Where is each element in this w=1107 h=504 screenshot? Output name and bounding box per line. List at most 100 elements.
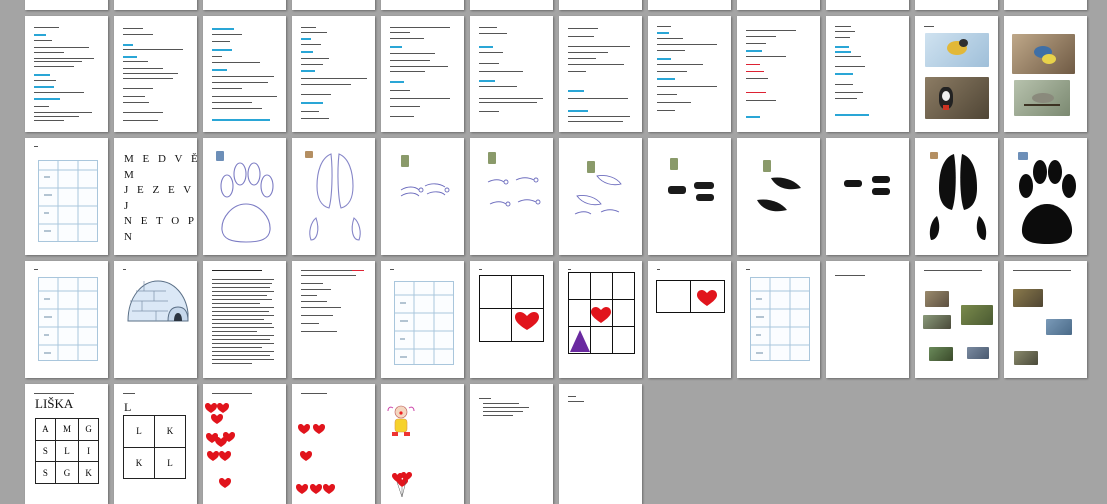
page-thumbnail-text[interactable] xyxy=(381,16,464,132)
page-thumbnail-text[interactable] xyxy=(114,16,197,132)
page-thumbnail-animal-photos[interactable] xyxy=(1004,261,1087,378)
page-thumbnail[interactable] xyxy=(915,0,998,10)
letter-grid-title: LIŠKA xyxy=(35,396,74,411)
animal-photo xyxy=(929,347,953,361)
page-thumbnail-text[interactable] xyxy=(559,384,642,504)
page-thumbnail[interactable] xyxy=(559,0,642,10)
paw-print-filled-icon xyxy=(1019,160,1076,244)
page-thumbnail-canvas: M E D V Ě D M J E Z E V E C J N E T O P … xyxy=(0,0,1107,504)
page-thumbnail-text[interactable] xyxy=(826,261,909,378)
page-thumbnail-bird-photos[interactable] xyxy=(915,16,998,132)
page-thumbnail-letter-grid[interactable]: LIŠKA AMG SLI SGK xyxy=(25,384,108,504)
page-thumbnail-bird-photos[interactable] xyxy=(1004,16,1087,132)
bird-photo xyxy=(1012,34,1075,74)
letter-grid-title: L xyxy=(124,400,132,414)
page-thumbnail-text[interactable] xyxy=(25,16,108,132)
heart-icon xyxy=(211,414,223,424)
page-thumbnail-text[interactable] xyxy=(203,16,286,132)
grid-2x2 xyxy=(479,275,544,342)
page-thumbnail-text[interactable] xyxy=(737,16,820,132)
page-thumbnail-animal-photos[interactable] xyxy=(915,261,998,378)
page-thumbnail-hearts[interactable] xyxy=(292,384,375,504)
page-thumbnail[interactable] xyxy=(648,0,731,10)
bird-photo xyxy=(1014,80,1070,116)
page-thumbnail-text[interactable] xyxy=(559,16,642,132)
heart-icon xyxy=(219,451,231,461)
filled-prints-icon xyxy=(668,182,714,201)
page-thumbnail-table[interactable] xyxy=(737,261,820,378)
page-thumbnail-filled-prints[interactable] xyxy=(826,138,909,255)
page-thumbnail-table[interactable] xyxy=(25,261,108,378)
page-thumbnail-text[interactable] xyxy=(470,16,553,132)
animal-photo xyxy=(1046,319,1072,335)
page-thumbnail-text[interactable] xyxy=(648,16,731,132)
page-thumbnail-hearts[interactable] xyxy=(203,384,286,504)
page-thumbnail-table[interactable] xyxy=(25,138,108,255)
page-thumbnail[interactable] xyxy=(1004,0,1087,10)
balloons-icon xyxy=(392,472,412,498)
heart-icon xyxy=(219,478,231,488)
table-sheet-icon xyxy=(38,277,98,361)
page-thumbnail-hoof-outline[interactable] xyxy=(292,138,375,255)
animal-thumbnail xyxy=(488,152,496,164)
heart-icon xyxy=(205,403,217,413)
heart-icon xyxy=(296,484,308,494)
page-thumbnail-table[interactable] xyxy=(381,261,464,378)
page-thumbnail-text[interactable] xyxy=(292,261,375,378)
hearts-group xyxy=(205,403,235,488)
clown-icon xyxy=(387,405,415,436)
page-thumbnail-igloo[interactable] xyxy=(114,261,197,378)
heart-icon xyxy=(310,484,322,494)
letter-grid: LK KL xyxy=(123,415,186,479)
animal-photo xyxy=(925,291,949,307)
heart-icon xyxy=(591,307,611,323)
page-thumbnail[interactable] xyxy=(737,0,820,10)
animal-thumbnail xyxy=(763,160,771,172)
filled-prints-icon xyxy=(757,177,801,212)
heart-icon xyxy=(697,290,717,306)
page-thumbnail[interactable] xyxy=(381,0,464,10)
heart-icon xyxy=(313,424,325,434)
page-thumbnail-grid-heart-triangle[interactable] xyxy=(559,261,642,378)
animal-names-text: M E D V Ě D M J E Z E V E C J N E T O P … xyxy=(124,153,197,243)
page-thumbnail[interactable] xyxy=(203,0,286,10)
page-thumbnail-dense-text[interactable] xyxy=(203,261,286,378)
heart-icon xyxy=(515,312,539,330)
table-sheet-icon xyxy=(750,277,810,361)
grid-3x3 xyxy=(568,272,635,354)
page-thumbnail-text[interactable] xyxy=(826,16,909,132)
page-thumbnail[interactable] xyxy=(470,0,553,10)
page-thumbnail-filled-prints[interactable] xyxy=(737,138,820,255)
heart-icon xyxy=(207,451,219,461)
triangle-icon xyxy=(570,330,590,352)
letter-grid: AMG SLI SGK xyxy=(35,418,99,484)
page-thumbnail-paw-outline[interactable] xyxy=(203,138,286,255)
page-thumbnail-text[interactable] xyxy=(470,384,553,504)
page-thumbnail-letter-grid[interactable]: L LK KL xyxy=(114,384,197,504)
animal-photo xyxy=(1014,351,1038,365)
page-thumbnail-filled-prints[interactable] xyxy=(648,138,731,255)
page-thumbnail-small-prints[interactable] xyxy=(381,138,464,255)
page-thumbnail[interactable] xyxy=(826,0,909,10)
heart-icon xyxy=(217,403,229,413)
page-thumbnail-paw-filled[interactable] xyxy=(1004,138,1087,255)
page-thumbnail[interactable] xyxy=(292,0,375,10)
page-thumbnail-hoof-filled[interactable] xyxy=(915,138,998,255)
page-thumbnail-grid-heart[interactable] xyxy=(648,261,731,378)
bird-photo xyxy=(925,77,989,119)
page-thumbnail-small-prints[interactable] xyxy=(559,138,642,255)
page-thumbnail-small-prints[interactable] xyxy=(470,138,553,255)
small-prints-icon xyxy=(574,175,622,215)
page-thumbnail-clown[interactable] xyxy=(381,384,464,504)
page-thumbnail-animal-names[interactable]: M E D V Ě D M J E Z E V E C J N E T O P … xyxy=(114,138,197,255)
page-thumbnail-grid-heart[interactable] xyxy=(470,261,553,378)
page-thumbnail[interactable] xyxy=(114,0,197,10)
filled-prints-icon xyxy=(844,176,890,195)
small-prints-icon xyxy=(400,183,450,197)
table-sheet-icon xyxy=(394,281,454,365)
animal-photo xyxy=(961,305,993,325)
page-thumbnail-text[interactable] xyxy=(292,16,375,132)
page-thumbnail[interactable] xyxy=(25,0,108,10)
animal-photo xyxy=(1013,289,1043,307)
hearts-group xyxy=(296,424,335,494)
